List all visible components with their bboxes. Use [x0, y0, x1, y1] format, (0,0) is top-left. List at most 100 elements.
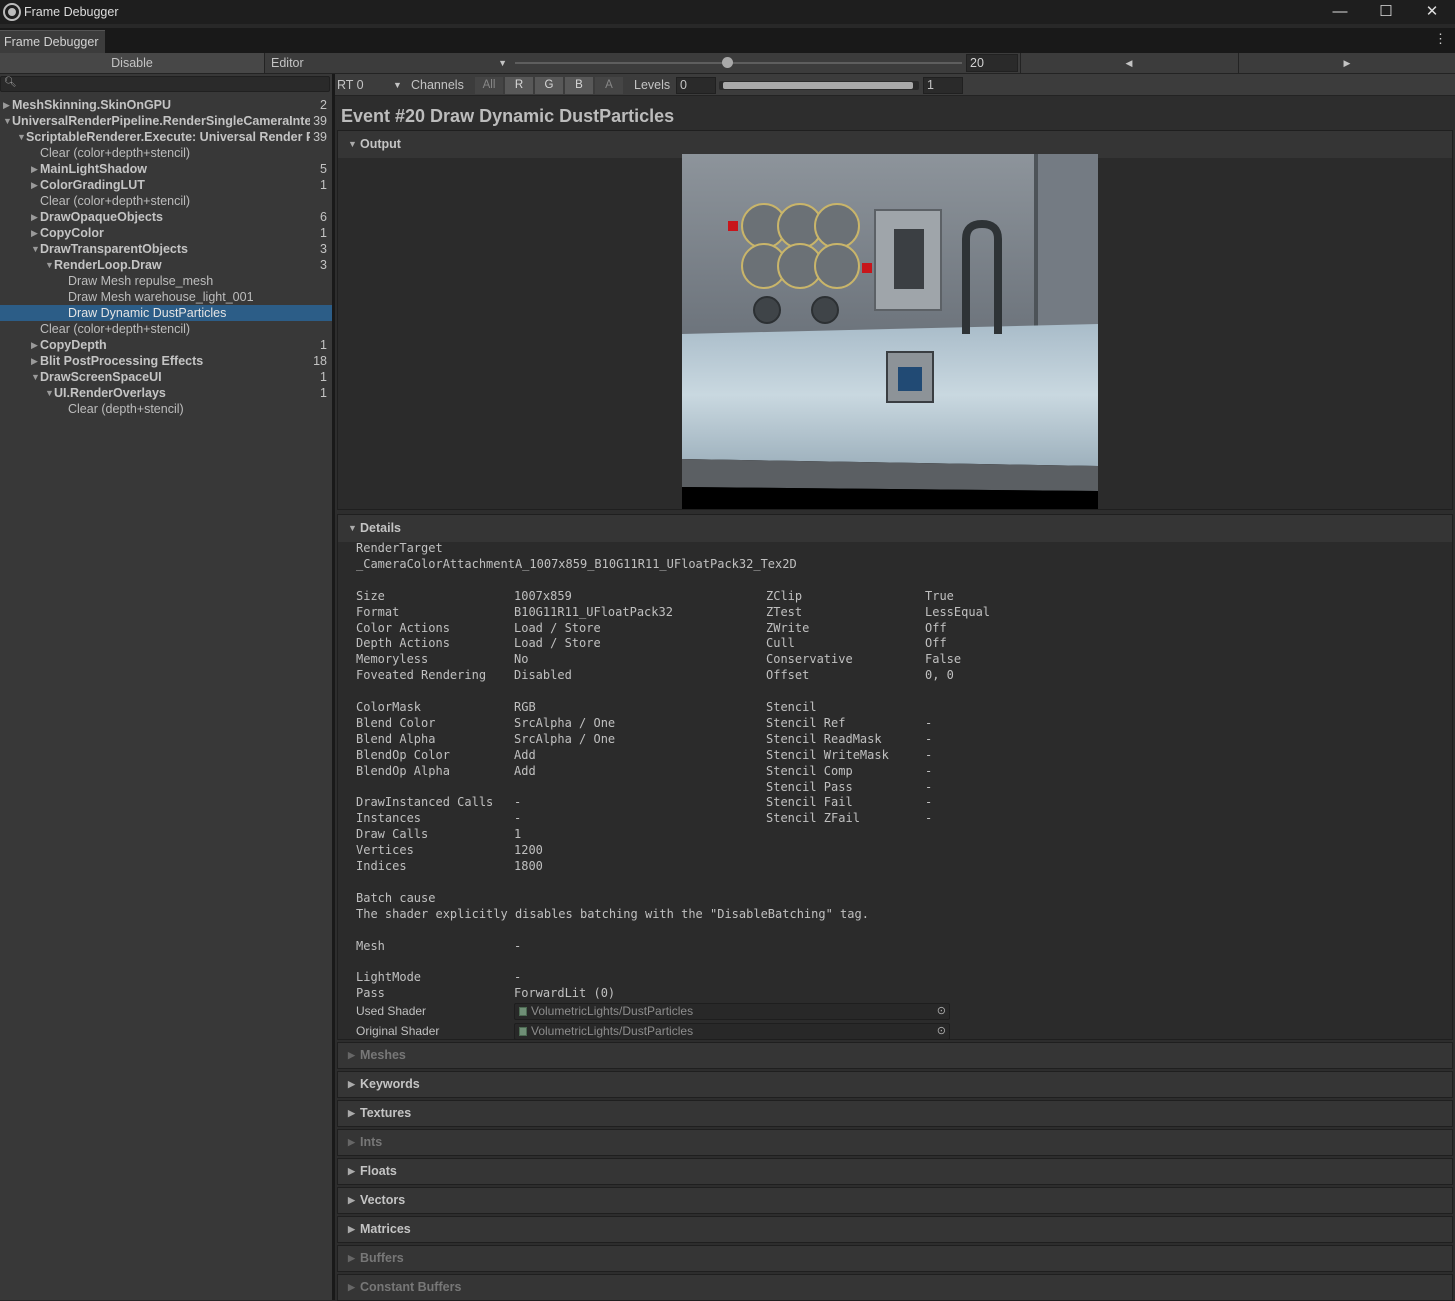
tree-item[interactable]: ▶ CopyColor 1	[0, 225, 332, 241]
section-textures: ▶ Textures	[337, 1100, 1453, 1127]
tree-item[interactable]: Clear (color+depth+stencil)	[0, 193, 332, 209]
tree-item-label: UI.RenderOverlays	[54, 386, 166, 400]
section-header[interactable]: ▶ Vectors	[338, 1188, 1452, 1213]
foldout-collapsed-icon: ▶	[348, 1166, 355, 1176]
tree-item[interactable]: ▶ DrawOpaqueObjects 6	[0, 209, 332, 225]
tree-item-count: 1	[317, 177, 327, 193]
maximize-button[interactable]: ☐	[1363, 0, 1409, 24]
tree-item[interactable]: Clear (color+depth+stencil)	[0, 321, 332, 337]
detail-label: Stencil Pass	[766, 779, 853, 794]
minimize-button[interactable]: —	[1317, 0, 1363, 24]
tree-item[interactable]: ▶ MeshSkinning.SkinOnGPU 2	[0, 97, 332, 113]
tree-item-count: 1	[317, 337, 327, 353]
event-index-input[interactable]: 20	[966, 54, 1018, 72]
object-picker-icon[interactable]: ⊙	[937, 1024, 946, 1039]
scene-preview-image	[682, 154, 1098, 509]
tree-item[interactable]: Draw Mesh repulse_mesh	[0, 273, 332, 289]
section-header: ▶ Meshes	[338, 1043, 1452, 1068]
section-header[interactable]: ▶ Keywords	[338, 1072, 1452, 1097]
detail-label: Blend Alpha	[356, 731, 436, 746]
tree-item-count: 3	[317, 257, 327, 273]
section-header[interactable]: ▶ Textures	[338, 1101, 1452, 1126]
tree-item[interactable]: Draw Mesh warehouse_light_001	[0, 289, 332, 305]
section-header[interactable]: ▶ Floats	[338, 1159, 1452, 1184]
detail-value: True	[925, 588, 954, 603]
tree-item-count: 3	[317, 241, 327, 257]
foldout-collapsed-icon: ▶	[348, 1108, 355, 1118]
details-section-header[interactable]: ▼ Details	[338, 515, 1452, 542]
foldout-collapsed-icon: ▶	[348, 1137, 355, 1147]
detail-label: BlendOp Color	[356, 747, 450, 762]
tree-item[interactable]: ▼ RenderLoop.Draw 3	[0, 257, 332, 273]
section-header[interactable]: ▶ Matrices	[338, 1217, 1452, 1242]
tree-item-label: DrawScreenSpaceUI	[40, 370, 162, 384]
channel-a-button[interactable]: A	[595, 77, 623, 94]
close-button[interactable]: ✕	[1409, 0, 1455, 24]
output-section-label: Output	[360, 137, 401, 151]
tree-item[interactable]: ▶ ColorGradingLUT 1	[0, 177, 332, 193]
disable-button[interactable]: Disable	[0, 53, 265, 73]
output-section: ▼ Output	[337, 130, 1453, 510]
levels-min-input[interactable]: 0	[676, 77, 716, 94]
tree-item-selected[interactable]: Draw Dynamic DustParticles	[0, 305, 332, 321]
tree-item[interactable]: ▼ UniversalRenderPipeline.RenderSingleCam…	[0, 113, 332, 129]
arrow-left-icon: ◀	[1125, 58, 1133, 68]
batch-cause-value: The shader explicitly disables batching …	[356, 906, 869, 921]
detail-label: Stencil ReadMask	[766, 731, 882, 746]
event-slider-handle[interactable]	[722, 57, 733, 68]
previous-event-button[interactable]: ◀	[1020, 53, 1237, 73]
rt-dropdown[interactable]: RT 0 ▼	[337, 77, 403, 94]
detail-value: LessEqual	[925, 604, 991, 619]
target-dropdown[interactable]: Editor ▼	[266, 53, 512, 73]
tree-item-label: Draw Dynamic DustParticles	[68, 306, 227, 320]
more-options-icon[interactable]: ⋮	[1434, 31, 1447, 47]
render-target-label: RenderTarget	[356, 541, 443, 555]
tree-item[interactable]: ▶ CopyDepth 1	[0, 337, 332, 353]
section-constant-buffers: ▶ Constant Buffers	[337, 1274, 1453, 1301]
tab-frame-debugger[interactable]: Frame Debugger	[0, 30, 105, 53]
tree-item-count: 39	[310, 129, 327, 145]
tree-item[interactable]: ▼ DrawTransparentObjects 3	[0, 241, 332, 257]
tree-item[interactable]: ▼ UI.RenderOverlays 1	[0, 385, 332, 401]
channel-all-button[interactable]: All	[475, 77, 503, 94]
tree-item[interactable]: Clear (color+depth+stencil)	[0, 145, 332, 161]
detail-value: -	[925, 715, 933, 730]
detail-label: Cull	[766, 636, 795, 651]
detail-value: Add	[514, 747, 536, 762]
detail-label: Stencil Comp	[766, 763, 853, 778]
original-shader-label: Original Shader	[356, 1024, 440, 1039]
foldout-collapsed-icon: ▶	[348, 1050, 355, 1060]
detail-value: -	[514, 795, 522, 810]
detail-label: Stencil Ref	[766, 715, 846, 730]
next-event-button[interactable]: ▶	[1238, 53, 1455, 73]
section-header: ▶ Constant Buffers	[338, 1275, 1452, 1300]
tree-item[interactable]: Clear (depth+stencil)	[0, 401, 332, 417]
detail-value: No	[514, 652, 529, 667]
tree-item[interactable]: ▶ Blit PostProcessing Effects 18	[0, 353, 332, 369]
detail-value: Load / Store	[514, 636, 601, 651]
detail-label: Foveated Rendering	[356, 668, 487, 683]
section-label: Matrices	[360, 1222, 411, 1236]
channel-r-button[interactable]: R	[505, 77, 533, 94]
mesh-value: -	[514, 938, 522, 953]
tree-item[interactable]: ▶ MainLightShadow 5	[0, 161, 332, 177]
detail-value: -	[925, 779, 933, 794]
detail-label: Stencil WriteMask	[766, 747, 889, 762]
channel-b-button[interactable]: B	[565, 77, 593, 94]
tree-item-count: 18	[310, 353, 327, 369]
event-slider-track[interactable]	[515, 62, 962, 64]
used-shader-field[interactable]: VolumetricLights/DustParticles ⊙	[514, 1003, 950, 1021]
original-shader-field[interactable]: VolumetricLights/DustParticles ⊙	[514, 1023, 950, 1041]
tree-item-label: Clear (depth+stencil)	[68, 402, 184, 416]
search-input[interactable]: 🔍︎	[0, 76, 330, 92]
section-label: Ints	[360, 1135, 383, 1149]
section-meshes: ▶ Meshes	[337, 1042, 1453, 1069]
tree-item[interactable]: ▼ DrawScreenSpaceUI 1	[0, 369, 332, 385]
tree-item[interactable]: ▼ ScriptableRenderer.Execute: Universal R…	[0, 129, 332, 145]
channel-g-button[interactable]: G	[535, 77, 563, 94]
section-label: Keywords	[360, 1077, 420, 1091]
rt-dropdown-label: RT 0	[337, 78, 364, 92]
levels-range-fill[interactable]	[723, 82, 913, 89]
object-picker-icon[interactable]: ⊙	[937, 1004, 946, 1019]
levels-max-input[interactable]: 1	[923, 77, 963, 94]
